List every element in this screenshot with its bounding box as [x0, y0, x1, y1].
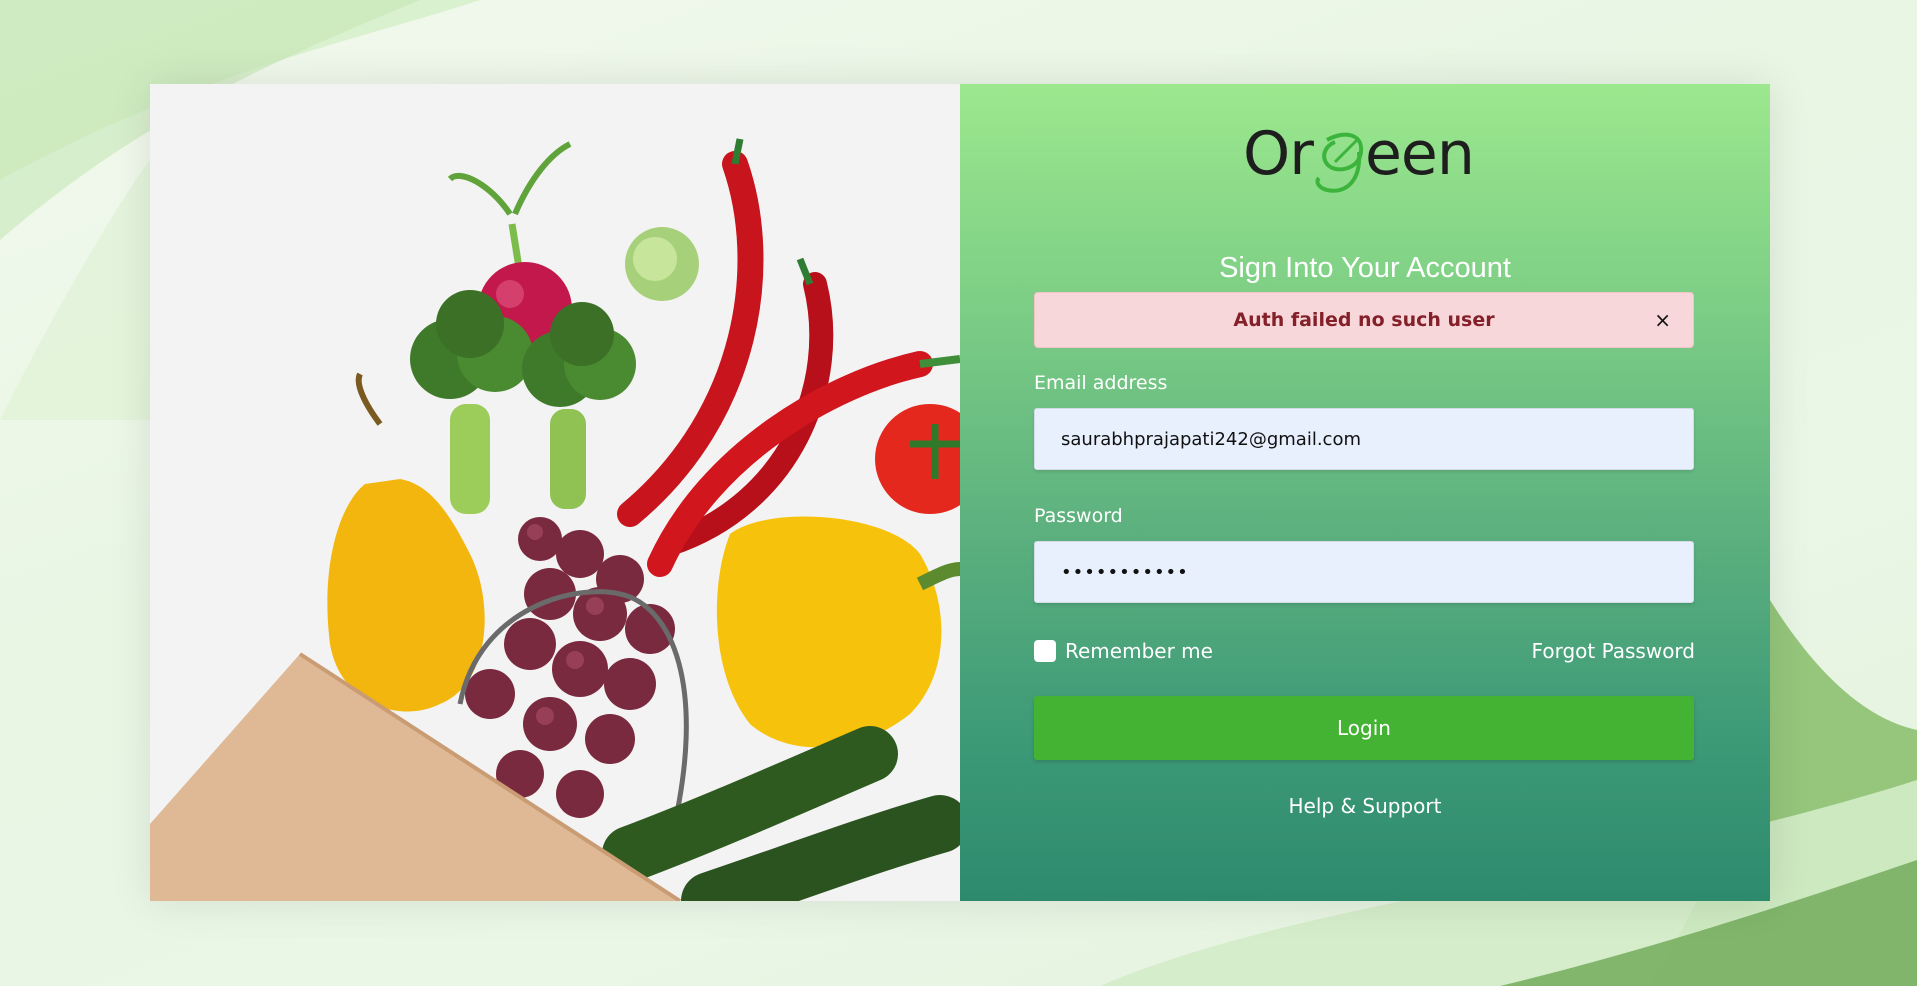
login-form-panel: Or een Sign Into Your Account Auth faile…	[960, 84, 1770, 901]
form-title: Sign Into Your Account	[1219, 252, 1511, 284]
error-alert-message: Auth failed no such user	[1233, 309, 1495, 331]
orgeen-logo: Or een	[960, 112, 1770, 202]
email-label: Email address	[1034, 372, 1168, 394]
vegetables-photo	[150, 84, 960, 901]
login-card: Or een Sign Into Your Account Auth faile…	[150, 84, 1770, 901]
logo-text-left: Or	[1243, 119, 1314, 189]
login-button[interactable]: Login	[1034, 696, 1694, 760]
forgot-password-link[interactable]: Forgot Password	[1532, 639, 1695, 663]
vegetables-illustration	[150, 84, 960, 901]
help-support-link[interactable]: Help & Support	[960, 794, 1770, 818]
password-field[interactable]	[1034, 541, 1694, 603]
remember-me-checkbox-row[interactable]: Remember me	[1034, 639, 1213, 663]
close-icon[interactable]: ×	[1654, 308, 1671, 332]
email-field[interactable]	[1034, 408, 1694, 470]
remember-me-checkbox[interactable]	[1034, 640, 1056, 662]
leaf-g-icon	[1315, 132, 1364, 193]
logo-text-right: een	[1365, 119, 1474, 189]
password-label: Password	[1034, 505, 1123, 527]
orgeen-logo-graphic: Or een	[1243, 119, 1475, 193]
remember-me-label: Remember me	[1065, 639, 1213, 663]
error-alert: Auth failed no such user ×	[1034, 292, 1694, 348]
